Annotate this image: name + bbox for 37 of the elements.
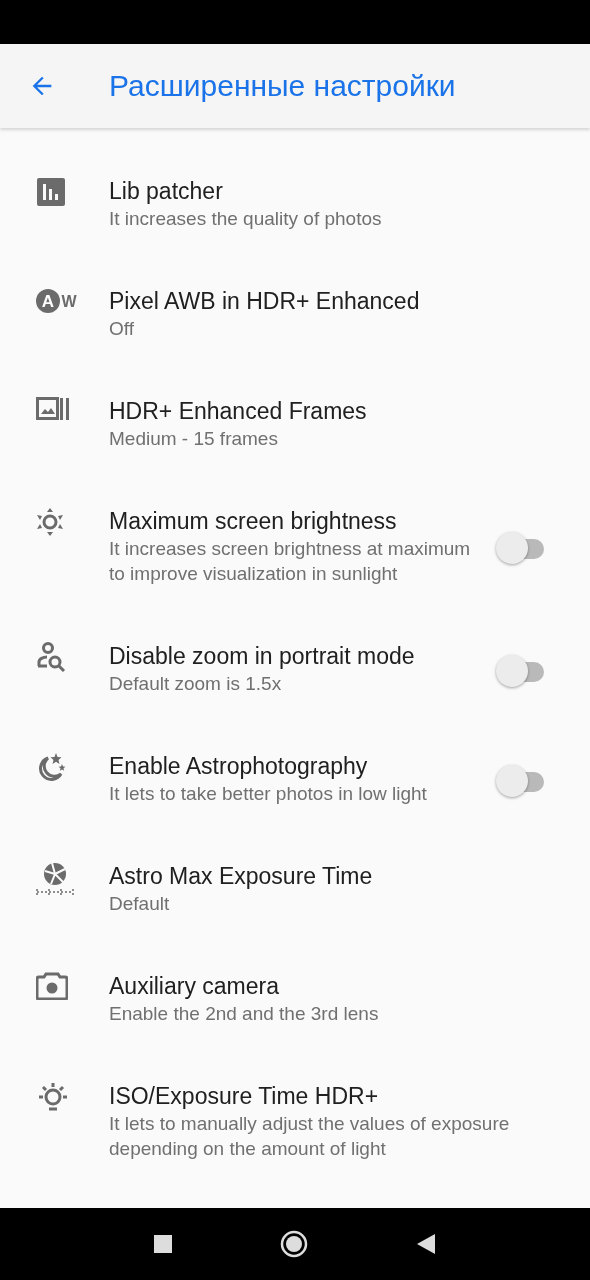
moon-stars-icon bbox=[36, 752, 66, 784]
screen-title: Расширенные настройки bbox=[109, 69, 456, 103]
settings-item[interactable]: HDR+ Enhanced Frames Medium - 15 frames bbox=[0, 368, 590, 478]
setting-title: Astro Max Exposure Time bbox=[109, 862, 374, 891]
settings-item[interactable]: ISO/Exposure Time HDR+ It lets to manually adjust the values of exposure depending on the amount of light bbox=[0, 1053, 590, 1188]
aperture-icon bbox=[36, 862, 74, 898]
settings-item[interactable]: Disable zoom in portrait mode Default zoom is 1.5x bbox=[0, 613, 590, 723]
setting-title: ISO/Exposure Time HDR+ bbox=[109, 1082, 380, 1111]
image-frames-icon bbox=[36, 397, 70, 421]
settings-item[interactable]: Lib patcher It increases the quality of photos bbox=[0, 148, 590, 258]
settings-item[interactable]: Maximum screen brightness It increases screen brightness at maximum to improve visualization in sunlight bbox=[0, 478, 590, 613]
settings-item[interactable]: Enable Astrophotography It lets to take better photos in low light bbox=[0, 723, 590, 833]
camera-icon bbox=[36, 972, 68, 1000]
settings-item[interactable]: A W Pixel AWB in HDR+ Enhanced Off bbox=[0, 258, 590, 368]
setting-summary: Off bbox=[109, 317, 135, 341]
setting-title: Maximum screen brightness bbox=[109, 507, 398, 536]
setting-summary: Enable the 2nd and the 3rd lens bbox=[109, 1002, 380, 1026]
setting-summary: It increases the quality of photos bbox=[109, 207, 383, 231]
brightness-icon bbox=[36, 507, 64, 537]
person-search-icon bbox=[36, 642, 68, 672]
setting-title: Auxiliary camera bbox=[109, 972, 280, 1001]
setting-summary: It increases screen brightness at maximum to improve visualization in sunlight bbox=[109, 537, 472, 586]
setting-title: Enable Astrophotography bbox=[109, 752, 369, 781]
setting-summary: It lets to take better photos in low light bbox=[109, 782, 428, 806]
setting-summary: Default zoom is 1.5x bbox=[109, 672, 283, 696]
setting-summary: Default bbox=[109, 892, 171, 916]
home-icon[interactable] bbox=[280, 1230, 308, 1258]
back-icon[interactable] bbox=[416, 1233, 436, 1255]
chart-icon bbox=[36, 177, 66, 207]
setting-title: Lib patcher bbox=[109, 177, 224, 206]
setting-title: Disable zoom in portrait mode bbox=[109, 642, 416, 671]
setting-summary: Medium - 15 frames bbox=[109, 427, 279, 451]
setting-title: Pixel AWB in HDR+ Enhanced bbox=[109, 287, 421, 316]
setting-title: HDR+ Enhanced Frames bbox=[109, 397, 368, 426]
settings-item[interactable]: Auxiliary camera Enable the 2nd and the 3rd lens bbox=[0, 943, 590, 1053]
setting-summary: It lets to manually adjust the values of exposure depending on the amount of light bbox=[109, 1112, 511, 1161]
settings-item[interactable]: Astro Max Exposure Time Default bbox=[0, 833, 590, 943]
